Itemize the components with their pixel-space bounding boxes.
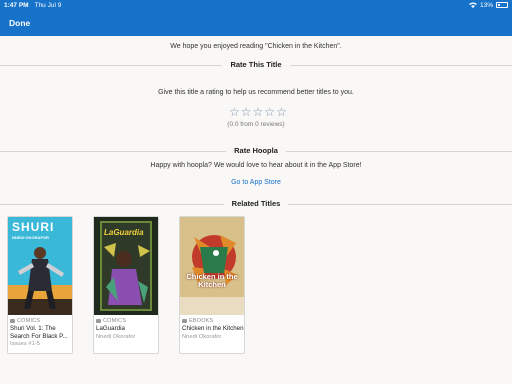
battery-icon [496, 2, 508, 8]
status-time: 1:47 PM [4, 1, 29, 9]
format-text: EBOOKS [189, 318, 214, 324]
app-store-link[interactable]: Go to App Store [231, 179, 281, 186]
card-meta: EBOOKS Chicken in the Kitchen Nnedi Okor… [182, 318, 244, 340]
star-icon[interactable]: ☆ [276, 106, 287, 118]
status-date: Thu Jul 9 [34, 1, 62, 9]
app-store-link-row: Go to App Store [0, 179, 512, 186]
status-bar: 1:47 PM Thu Jul 9 13% [0, 0, 512, 10]
card-subtitle: Nnedi Okorafor [96, 333, 136, 340]
card-subtitle: Nnedi Okorafor [182, 333, 222, 340]
format-text: COMICS [17, 318, 41, 324]
rate-title-header: Rate This Title [0, 60, 512, 70]
star-icon[interactable]: ☆ [253, 106, 264, 118]
star-rating: ☆ ☆ ☆ ☆ ☆ [229, 106, 287, 118]
related-titles-header: Related Titles [0, 199, 512, 209]
rate-hoopla-prompt: Happy with hoopla? We would love to hear… [150, 162, 362, 169]
cover-title: SHURI [12, 220, 55, 234]
cover-title: Chicken in the Kitchen [186, 272, 238, 289]
divider [290, 65, 512, 66]
cover-art [8, 247, 72, 315]
done-button[interactable]: Done [9, 18, 30, 28]
card-meta: COMICS Shuri Vol. 1: The Search For Blac… [10, 318, 72, 347]
divider [286, 151, 512, 152]
card-title: LaGuardia [96, 325, 125, 332]
rate-title-prompt: Give this title a rating to help us reco… [158, 89, 354, 96]
rating-summary: (0.0 from 0 reviews) [227, 121, 285, 128]
comic-icon [96, 319, 101, 323]
format-label: EBOOKS [182, 318, 244, 324]
card-title: Shuri Vol. 1: The Search For Black P... [10, 325, 68, 340]
book-cover: LaGuardia [94, 217, 158, 315]
cover-author: NNEDI OKORAFOR [12, 235, 49, 240]
divider [288, 204, 512, 205]
wifi-icon [468, 2, 477, 8]
book-cover: SHURI NNEDI OKORAFOR [8, 217, 72, 315]
related-title-card[interactable]: LaGuardia COMICS LaGuardia Nnedi Okorafo… [93, 216, 159, 354]
battery-percent: 13% [479, 1, 493, 9]
card-title: Chicken in the Kitchen [182, 325, 244, 332]
card-subtitle: Issues #1-5 [10, 341, 40, 347]
format-text: COMICS [103, 318, 127, 324]
rate-hoopla-header: Rate Hoopla [0, 146, 512, 156]
star-icon[interactable]: ☆ [264, 106, 275, 118]
nav-bar: Done [0, 10, 512, 36]
related-title-card[interactable]: Chicken in the Kitchen EBOOKS Chicken in… [179, 216, 245, 354]
related-title-card[interactable]: SHURI NNEDI OKORAFOR COMICS Shuri Vol. 1… [7, 216, 73, 354]
thanks-message: We hope you enjoyed reading "Chicken in … [170, 43, 342, 50]
cover-art [180, 217, 244, 315]
book-cover: Chicken in the Kitchen [180, 217, 244, 315]
card-meta: COMICS LaGuardia Nnedi Okorafor [96, 318, 158, 340]
cover-title: LaGuardia [104, 228, 144, 237]
star-icon[interactable]: ☆ [229, 106, 240, 118]
book-icon [182, 319, 187, 323]
star-icon[interactable]: ☆ [241, 106, 252, 118]
format-label: COMICS [96, 318, 158, 324]
comic-icon [10, 319, 15, 323]
format-label: COMICS [10, 318, 72, 324]
